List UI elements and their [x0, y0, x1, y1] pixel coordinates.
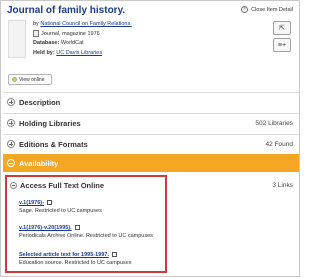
full-text-link-item: v.1(1976)- Sage. Restricted to UC campus…: [19, 199, 102, 215]
full-text-link-item: Selected article text for 1995-1997. Edu…: [19, 251, 132, 267]
journal-icon: [33, 29, 39, 37]
link-description: Periodicals Archive Online. Restricted t…: [19, 233, 153, 239]
full-text-link[interactable]: v.1(1976)-v.20(1995).: [19, 225, 72, 231]
section-label: Holding Libraries: [19, 118, 81, 128]
expand-icon: [7, 98, 15, 106]
view-online-button[interactable]: View online: [8, 74, 52, 85]
expand-icon: [7, 140, 15, 148]
add-to-list-button[interactable]: ≡+: [273, 38, 291, 52]
section-availability[interactable]: Availability: [3, 154, 299, 172]
full-text-link-item: v.1(1976)-v.20(1995). Periodicals Archiv…: [19, 224, 153, 240]
section-access-full-text[interactable]: Access Full Text Online 3 Links: [3, 178, 299, 192]
link-description: Sage. Restricted to UC campuses: [19, 208, 102, 214]
database-line: Database: WorldCat: [33, 39, 132, 49]
collapse-icon: [7, 159, 15, 167]
share-icon: ⇱: [279, 24, 285, 32]
database-label: Database:: [33, 40, 60, 46]
page-title[interactable]: Journal of family history.: [7, 5, 125, 16]
link-description: Education source. Restricted to UC campu…: [19, 260, 132, 266]
database-value: WorldCat: [60, 40, 84, 46]
held-by-label: Held by:: [33, 49, 55, 56]
online-status-icon: [12, 77, 17, 82]
held-by-line: Held by: UC Davis Libraries: [33, 49, 132, 59]
section-count: 502 Libraries: [255, 119, 293, 127]
external-link-icon: [111, 252, 117, 258]
record-metadata: by National Council on Family Relations.…: [33, 20, 132, 58]
view-online-label: View online: [19, 76, 45, 83]
close-item-detail-label: Close Item Detail: [251, 6, 293, 13]
cover-thumbnail: [8, 20, 26, 58]
close-icon: ×: [241, 6, 249, 13]
collapse-icon: [10, 181, 17, 189]
section-label: Description: [19, 97, 61, 107]
section-editions-formats[interactable]: Editions & Formats 42 Found: [3, 134, 299, 153]
item-detail-panel: Journal of family history. × Close Item …: [0, 0, 300, 277]
external-link-icon: [46, 200, 52, 206]
close-item-detail-link[interactable]: × Close Item Detail: [241, 6, 293, 13]
section-label: Access Full Text Online: [20, 180, 105, 190]
expand-icon: [7, 119, 15, 127]
full-text-link[interactable]: v.1(1976)-: [19, 200, 44, 206]
held-by-link[interactable]: UC Davis Libraries: [56, 50, 102, 56]
by-prefix: by: [33, 21, 39, 27]
section-label: Availability: [19, 158, 59, 168]
section-holding-libraries[interactable]: Holding Libraries 502 Libraries: [3, 113, 299, 132]
section-count: 42 Found: [265, 140, 293, 148]
format-line: Journal, magazine 1976: [33, 29, 132, 40]
author-line: by National Council on Family Relations.: [33, 20, 132, 30]
section-count: 3 Links: [272, 181, 293, 189]
author-link[interactable]: National Council on Family Relations.: [40, 21, 131, 27]
full-text-link[interactable]: Selected article text for 1995-1997.: [19, 252, 109, 258]
external-link-icon: [74, 225, 80, 231]
share-button[interactable]: ⇱: [273, 21, 291, 35]
format-text: Journal, magazine 1976: [41, 30, 100, 37]
section-label: Editions & Formats: [19, 139, 88, 149]
section-description[interactable]: Description: [3, 92, 299, 111]
add-to-list-icon: ≡+: [277, 41, 287, 49]
